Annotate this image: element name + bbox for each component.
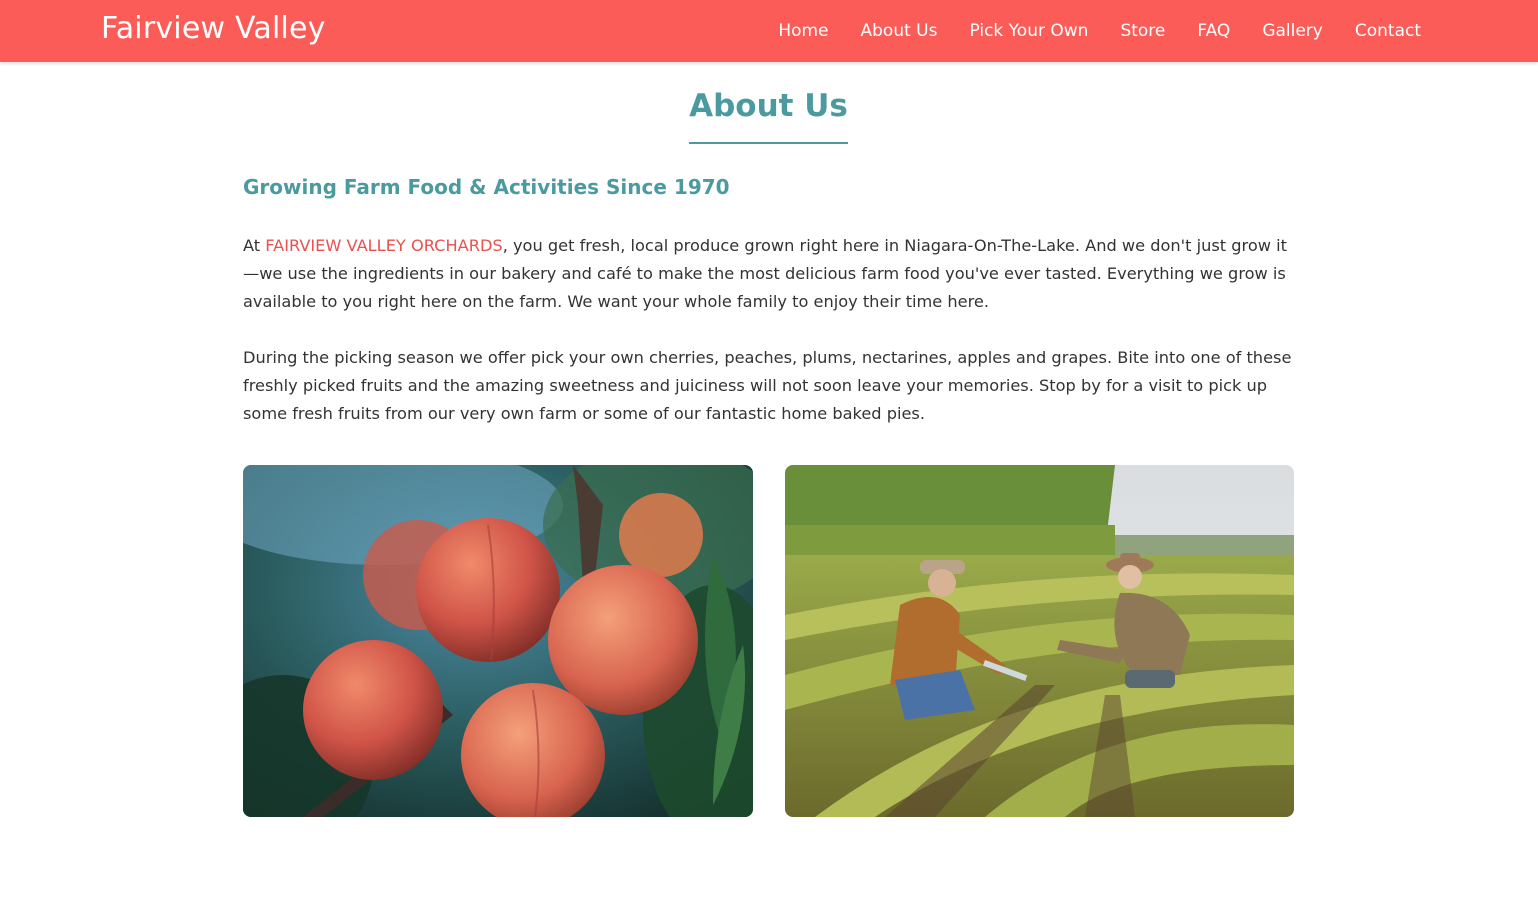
nav-item-about-us[interactable]: About Us bbox=[861, 21, 938, 41]
apricots-photo bbox=[243, 465, 753, 817]
brand-logo-link[interactable]: Fairview Valley bbox=[101, 11, 326, 46]
apricots-illustration bbox=[243, 465, 753, 817]
intro-prefix: At bbox=[243, 236, 266, 256]
picking-season-paragraph: During the picking season we offer pick … bbox=[243, 348, 1292, 424]
farmers-field-illustration bbox=[785, 465, 1294, 817]
photo-row bbox=[243, 465, 1294, 817]
nav-item-store[interactable]: Store bbox=[1120, 21, 1165, 41]
nav-item-pick-your-own[interactable]: Pick Your Own bbox=[969, 21, 1088, 41]
nav-item-faq[interactable]: FAQ bbox=[1197, 21, 1230, 41]
main-nav: Home About Us Pick Your Own Store FAQ Ga… bbox=[778, 0, 1421, 62]
orchard-name-highlight: FAIRVIEW VALLEY ORCHARDS bbox=[265, 236, 503, 256]
about-section: About Us Growing Farm Food & Activities … bbox=[243, 62, 1294, 817]
top-navbar: Fairview Valley Home About Us Pick Your … bbox=[0, 0, 1538, 62]
page-title: About Us bbox=[689, 88, 848, 145]
page-title-wrapper: About Us bbox=[243, 88, 1294, 145]
farmers-photo bbox=[785, 465, 1294, 817]
section-subtitle: Growing Farm Food & Activities Since 197… bbox=[243, 175, 730, 200]
intro-paragraph: At FAIRVIEW VALLEY ORCHARDS, you get fre… bbox=[243, 232, 1294, 316]
nav-item-contact[interactable]: Contact bbox=[1355, 21, 1421, 41]
nav-item-gallery[interactable]: Gallery bbox=[1262, 21, 1323, 41]
nav-item-home[interactable]: Home bbox=[778, 21, 828, 41]
